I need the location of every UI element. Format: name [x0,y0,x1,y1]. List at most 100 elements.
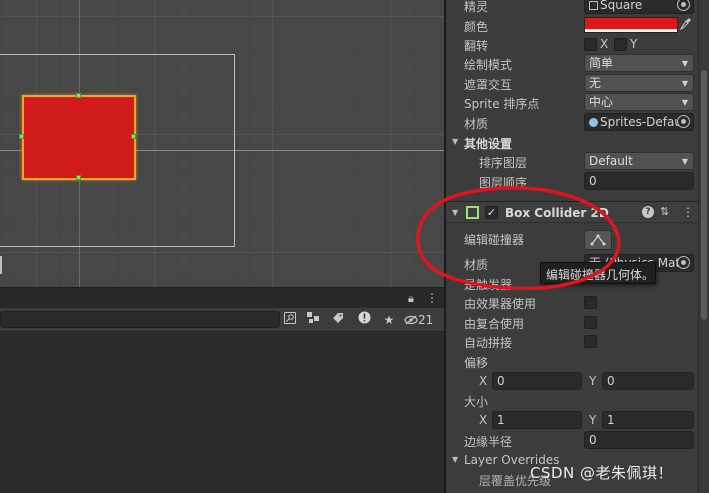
foldout-arrow-icon: ▼ [452,137,459,146]
hierarchy-filter-icon[interactable] [304,311,324,329]
offset-row: 偏移 [446,351,698,371]
edit-collider-row: 编辑碰撞器 [446,228,698,250]
help-icon[interactable]: ? [642,206,654,218]
flip-x-checkbox[interactable] [584,38,597,51]
object-picker-icon[interactable] [677,115,690,128]
foldout-arrow-icon: ▼ [452,455,459,464]
eye-hidden-icon[interactable]: 21 [404,311,442,329]
auto-tiling-checkbox[interactable] [584,335,597,348]
used-by-effector-checkbox[interactable] [584,296,597,309]
edit-collider-label: 编辑碰撞器 [464,233,525,247]
material-row: 材质 Sprites-Defau [446,112,698,132]
size-y-label: Y [589,413,597,427]
order-in-layer-row: 图层顺序 0 [446,171,698,191]
mask-interaction-dropdown[interactable]: 无 ▼ [584,74,694,92]
eyedropper-icon[interactable] [679,17,694,33]
size-label: 大小 [464,395,489,409]
order-in-layer-label: 图层顺序 [479,176,528,190]
more-icon[interactable]: ⋮ [682,205,694,219]
rect-handle-right[interactable] [131,134,136,139]
sprite-field[interactable]: Square [584,0,694,14]
box-collider-header[interactable]: ▼ ✓ Box Collider 2D ? ⇅ ⋮ [446,201,698,223]
auto-tiling-label: 自动拼接 [464,336,513,350]
rect-handle-left[interactable] [19,134,24,139]
material-asset-icon [589,118,598,127]
material-value: Sprites-Defau [600,115,682,129]
collider-material-label: 材质 [464,258,489,272]
offset-label: 偏移 [464,356,489,370]
size-x-label: X [479,413,488,427]
size-x-input[interactable]: 1 [492,411,582,429]
sprite-asset-icon [589,1,598,10]
size-y-input[interactable]: 1 [602,411,694,429]
sprite-sort-point-dropdown[interactable]: 中心 ▼ [584,93,694,111]
box-collider-icon [466,206,479,219]
chevron-down-icon: ▼ [681,157,688,166]
chevron-down-icon: ▼ [681,98,688,107]
hidden-count: 21 [418,313,434,327]
flip-y-checkbox[interactable] [614,38,627,51]
box-collider-title: Box Collider 2D [505,206,609,220]
auto-tiling-row: 自动拼接 [446,331,698,351]
sprite-sort-point-row: Sprite 排序点 中心 ▼ [446,92,698,112]
used-by-composite-row: 由复合使用 [446,312,698,332]
offset-x-label: X [479,374,488,388]
mask-interaction-label: 遮罩交互 [464,78,513,92]
tag-icon[interactable] [328,311,348,329]
object-picker-icon[interactable] [677,0,690,11]
sprite-label: 精灵 [464,0,489,14]
flip-label: 翻转 [464,39,489,53]
scene-view[interactable] [0,0,444,287]
camera-frame-fragment [0,256,2,274]
search-field-icon[interactable] [280,311,300,329]
used-by-effector-label: 由效果器使用 [464,297,537,311]
warning-icon[interactable] [354,311,374,329]
chevron-down-icon: ▼ [681,79,688,88]
more-icon[interactable]: ⋮ [426,291,438,305]
color-row: 颜色 [446,15,698,35]
search-input[interactable] [0,311,280,328]
foldout-arrow-icon: ▼ [452,208,459,217]
inspector-scrollbar[interactable] [698,0,709,493]
edit-collider-button[interactable] [584,230,612,250]
watermark: CSDN @老朱佩琪！ [530,464,674,482]
component-enabled-checkbox[interactable]: ✓ [485,206,498,219]
sprite-row: 精灵 Square [446,0,698,15]
preset-icon[interactable]: ⇅ [660,205,669,218]
sorting-layer-dropdown[interactable]: Default ▼ [584,152,694,170]
material-label: 材质 [464,117,489,131]
lower-panel-content [0,332,444,493]
inspector-panel: 精灵 Square 颜色 翻转 X Y 绘制模式 简单 ▼ 遮罩交互 无 ▼ S… [446,0,698,493]
star-icon[interactable]: ★ [379,311,399,329]
color-swatch[interactable] [584,17,678,33]
draw-mode-row: 绘制模式 简单 ▼ [446,53,698,73]
other-settings-foldout[interactable]: ▼ 其他设置 [446,132,698,152]
rect-handle-bottom[interactable] [76,175,81,180]
lower-panel-toolbar: ★ 21 [0,308,444,332]
is-trigger-label: 是触发器 [464,278,513,292]
edit-collider-tooltip: 编辑碰撞器几何体。 [540,262,656,284]
object-picker-icon[interactable] [677,256,690,269]
offset-values-row: X 0 Y 0 [446,371,698,391]
order-in-layer-input[interactable]: 0 [584,172,694,190]
sprite-value: Square [600,0,643,12]
color-label: 颜色 [464,20,489,34]
flip-row: 翻转 X Y [446,34,698,54]
offset-x-input[interactable]: 0 [492,372,582,390]
scrollbar-thumb[interactable] [701,70,707,320]
edit-collider-icon [590,234,606,246]
offset-y-input[interactable]: 0 [602,372,694,390]
sprite-square[interactable] [22,95,136,180]
draw-mode-value: 简单 [589,56,614,70]
sprite-sort-point-value: 中心 [589,95,614,109]
edge-radius-input[interactable]: 0 [584,431,694,449]
used-by-composite-checkbox[interactable] [584,316,597,329]
lock-icon[interactable]: 🔒︎ [408,292,414,306]
material-field[interactable]: Sprites-Defau [584,113,694,131]
draw-mode-dropdown[interactable]: 简单 ▼ [584,54,694,72]
sorting-layer-label: 排序图层 [479,156,528,170]
size-values-row: X 1 Y 1 [446,410,698,430]
mask-interaction-row: 遮罩交互 无 ▼ [446,73,698,93]
chevron-down-icon: ▼ [681,59,688,68]
rect-handle-top[interactable] [76,93,81,98]
